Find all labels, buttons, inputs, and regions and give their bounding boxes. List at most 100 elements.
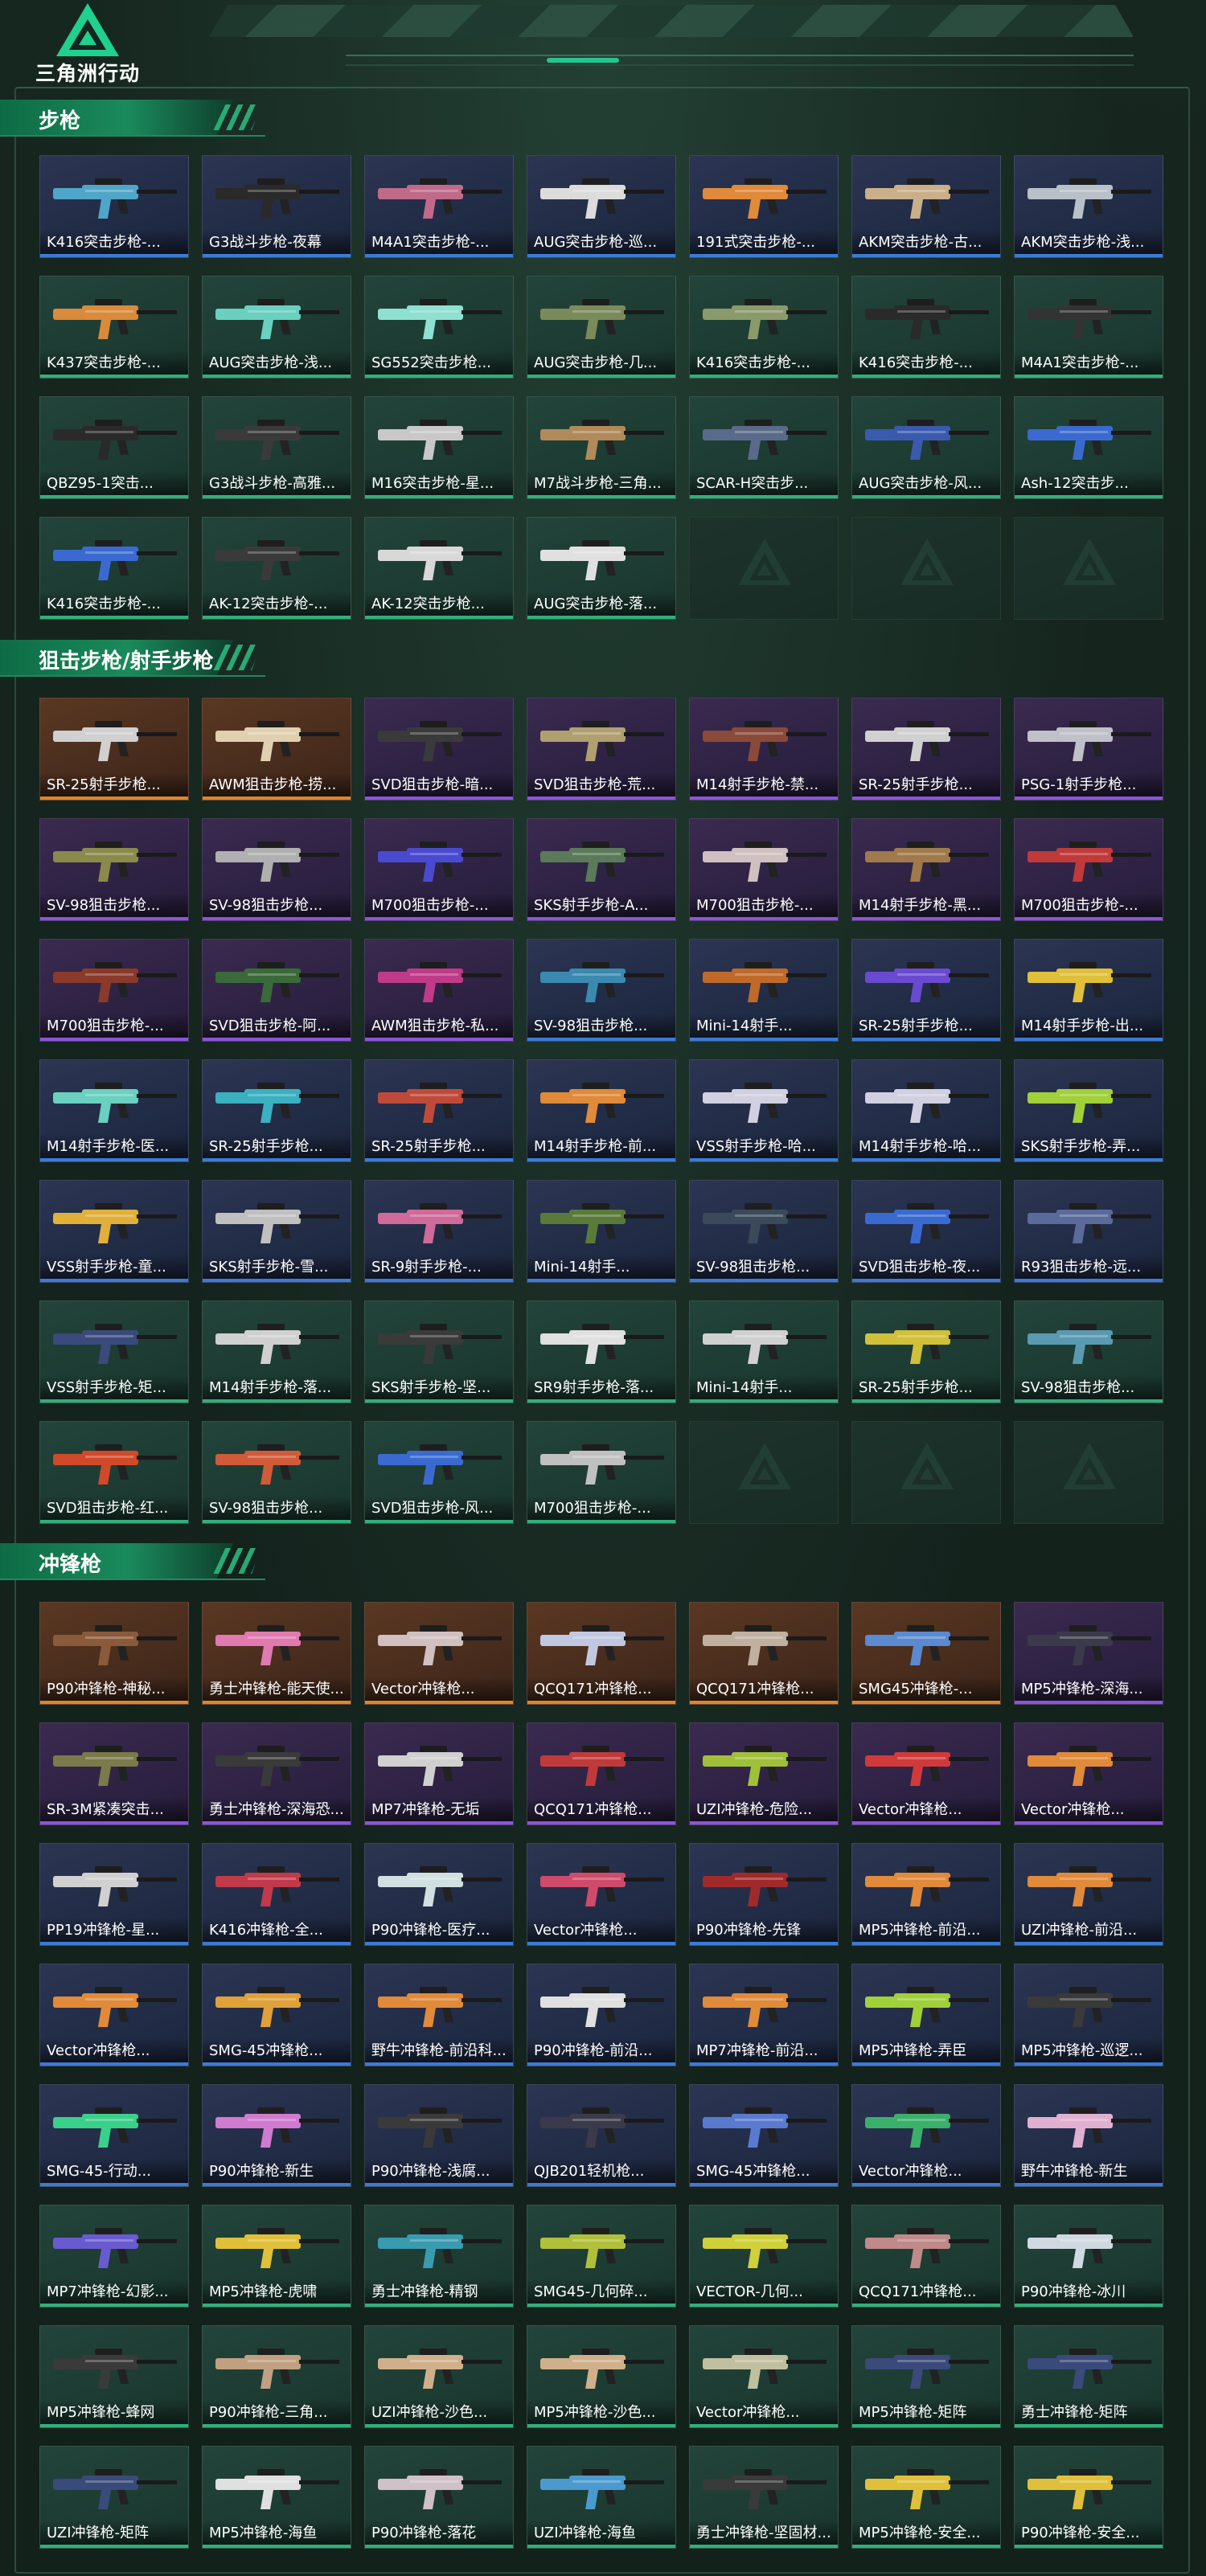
- weapon-card[interactable]: K416突击步枪-...: [689, 276, 839, 379]
- weapon-card[interactable]: VSS射手步枪-童...: [39, 1180, 189, 1283]
- weapon-card[interactable]: P90冲锋枪-新生: [202, 2084, 351, 2187]
- weapon-card[interactable]: AK-12突击步枪...: [364, 517, 514, 620]
- weapon-card[interactable]: PSG-1射手步枪...: [1014, 698, 1163, 801]
- weapon-card[interactable]: SV-98狙击步枪...: [39, 818, 189, 921]
- weapon-card[interactable]: MP5冲锋枪-前沿...: [851, 1843, 1001, 1946]
- weapon-card[interactable]: SV-98狙击步枪...: [202, 818, 351, 921]
- weapon-card[interactable]: 野牛冲锋枪-前沿科...: [364, 1964, 514, 2066]
- weapon-card[interactable]: M700狙击步枪-...: [689, 818, 839, 921]
- weapon-card[interactable]: SR-25射手步枪...: [851, 939, 1001, 1042]
- weapon-card[interactable]: 野牛冲锋枪-新生: [1014, 2084, 1163, 2187]
- weapon-card[interactable]: SR-9射手步枪-...: [364, 1180, 514, 1283]
- weapon-card[interactable]: M700狙击步枪-...: [527, 1421, 676, 1524]
- weapon-card[interactable]: QJB201轻机枪...: [527, 2084, 676, 2187]
- weapon-card[interactable]: QCQ171冲锋枪...: [527, 1722, 676, 1825]
- weapon-card[interactable]: SVD狙击步枪-荒...: [527, 698, 676, 801]
- weapon-card[interactable]: P90冲锋枪-三角...: [202, 2325, 351, 2428]
- weapon-card[interactable]: SMG45-几何碎...: [527, 2205, 676, 2308]
- weapon-card[interactable]: 191式突击步枪-...: [689, 155, 839, 258]
- weapon-card[interactable]: 勇士冲锋枪-精钢: [364, 2205, 514, 2308]
- weapon-card[interactable]: SR-25射手步枪...: [851, 1300, 1001, 1403]
- weapon-card[interactable]: M14射手步枪-前...: [527, 1059, 676, 1162]
- weapon-card[interactable]: VECTOR-几何...: [689, 2205, 839, 2308]
- weapon-card[interactable]: SV-98狙击步枪...: [202, 1421, 351, 1524]
- weapon-card[interactable]: M700狙击步枪-...: [39, 939, 189, 1042]
- weapon-card[interactable]: P90冲锋枪-前沿...: [527, 1964, 676, 2066]
- weapon-card[interactable]: Vector冲锋枪...: [689, 2325, 839, 2428]
- weapon-card[interactable]: Vector冲锋枪...: [851, 1722, 1001, 1825]
- weapon-card[interactable]: SMG-45-行动...: [39, 2084, 189, 2187]
- weapon-card[interactable]: SKS射手步枪-A...: [527, 818, 676, 921]
- weapon-card[interactable]: M16突击步枪-星...: [364, 396, 514, 499]
- weapon-card[interactable]: P90冲锋枪-落花: [364, 2446, 514, 2549]
- weapon-card[interactable]: K416冲锋枪-全...: [202, 1843, 351, 1946]
- weapon-card[interactable]: SR-25射手步枪...: [364, 1059, 514, 1162]
- weapon-card[interactable]: SVD狙击步枪-阿...: [202, 939, 351, 1042]
- weapon-card[interactable]: AUG突击步枪-落...: [527, 517, 676, 620]
- weapon-card[interactable]: UZI冲锋枪-海鱼: [527, 2446, 676, 2549]
- weapon-card[interactable]: AUG突击步枪-巡...: [527, 155, 676, 258]
- weapon-card[interactable]: QBZ95-1突击...: [39, 396, 189, 499]
- weapon-card[interactable]: SMG-45冲锋枪...: [689, 2084, 839, 2187]
- weapon-card[interactable]: K437突击步枪-...: [39, 276, 189, 379]
- weapon-card[interactable]: QCQ171冲锋枪...: [689, 1602, 839, 1705]
- weapon-card[interactable]: Vector冲锋枪...: [1014, 1722, 1163, 1825]
- weapon-card[interactable]: M7战斗步枪-三角...: [527, 396, 676, 499]
- weapon-card[interactable]: QCQ171冲锋枪...: [527, 1602, 676, 1705]
- weapon-card[interactable]: Vector冲锋枪...: [527, 1843, 676, 1946]
- weapon-card[interactable]: M4A1突击步枪-...: [1014, 276, 1163, 379]
- weapon-card[interactable]: SR-3M紧凑突击...: [39, 1722, 189, 1825]
- weapon-card[interactable]: AUG突击步枪-风...: [851, 396, 1001, 499]
- weapon-card[interactable]: Ash-12突击步...: [1014, 396, 1163, 499]
- weapon-card[interactable]: MP5冲锋枪-矩阵: [851, 2325, 1001, 2428]
- weapon-card[interactable]: AKM突击步枪-古...: [851, 155, 1001, 258]
- weapon-card[interactable]: M14射手步枪-哈...: [851, 1059, 1001, 1162]
- weapon-card[interactable]: SVD狙击步枪-红...: [39, 1421, 189, 1524]
- weapon-card[interactable]: MP5冲锋枪-巡逻...: [1014, 1964, 1163, 2066]
- weapon-card[interactable]: Vector冲锋枪...: [851, 2084, 1001, 2187]
- weapon-card[interactable]: SKS射手步枪-雪...: [202, 1180, 351, 1283]
- weapon-card[interactable]: SMG45冲锋枪-...: [851, 1602, 1001, 1705]
- weapon-card[interactable]: Vector冲锋枪...: [39, 1964, 189, 2066]
- weapon-card[interactable]: VSS射手步枪-哈...: [689, 1059, 839, 1162]
- weapon-card[interactable]: SR-25射手步枪...: [851, 698, 1001, 801]
- weapon-card[interactable]: P90冲锋枪-神秘...: [39, 1602, 189, 1705]
- weapon-card[interactable]: SVD狙击步枪-夜...: [851, 1180, 1001, 1283]
- weapon-card[interactable]: SG552突击步枪...: [364, 276, 514, 379]
- weapon-card[interactable]: SV-98狙击步枪...: [1014, 1300, 1163, 1403]
- weapon-card[interactable]: P90冲锋枪-医疗...: [364, 1843, 514, 1946]
- weapon-card[interactable]: M700狙击步枪-...: [1014, 818, 1163, 921]
- weapon-card[interactable]: Mini-14射手...: [527, 1180, 676, 1283]
- weapon-card[interactable]: MP5冲锋枪-弄臣: [851, 1964, 1001, 2066]
- weapon-card[interactable]: P90冲锋枪-安全...: [1014, 2446, 1163, 2549]
- weapon-card[interactable]: R93狙击步枪-远...: [1014, 1180, 1163, 1283]
- weapon-card[interactable]: M14射手步枪-出...: [1014, 939, 1163, 1042]
- weapon-card[interactable]: P90冲锋枪-冰川: [1014, 2205, 1163, 2308]
- weapon-card[interactable]: SR-25射手步枪...: [202, 1059, 351, 1162]
- weapon-card[interactable]: G3战斗步枪-夜幕: [202, 155, 351, 258]
- weapon-card[interactable]: Mini-14射手...: [689, 1300, 839, 1403]
- weapon-card[interactable]: AKM突击步枪-浅...: [1014, 155, 1163, 258]
- weapon-card[interactable]: Vector冲锋枪...: [364, 1602, 514, 1705]
- weapon-card[interactable]: 勇士冲锋枪-矩阵: [1014, 2325, 1163, 2428]
- weapon-card[interactable]: SR-25射手步枪...: [39, 698, 189, 801]
- weapon-card[interactable]: MP5冲锋枪-安全...: [851, 2446, 1001, 2549]
- weapon-card[interactable]: M4A1突击步枪-...: [364, 155, 514, 258]
- weapon-card[interactable]: M14射手步枪-禁...: [689, 698, 839, 801]
- weapon-card[interactable]: 勇士冲锋枪-坚固材...: [689, 2446, 839, 2549]
- weapon-card[interactable]: AWM狙击步枪-私...: [364, 939, 514, 1042]
- weapon-card[interactable]: UZI冲锋枪-沙色...: [364, 2325, 514, 2428]
- weapon-card[interactable]: SV-98狙击步枪...: [689, 1180, 839, 1283]
- weapon-card[interactable]: SVD狙击步枪-暗...: [364, 698, 514, 801]
- weapon-card[interactable]: MP5冲锋枪-深海...: [1014, 1602, 1163, 1705]
- weapon-card[interactable]: SKS射手步枪-弄...: [1014, 1059, 1163, 1162]
- weapon-card[interactable]: MP5冲锋枪-蜂网: [39, 2325, 189, 2428]
- weapon-card[interactable]: MP7冲锋枪-无垢: [364, 1722, 514, 1825]
- weapon-card[interactable]: K416突击步枪-...: [851, 276, 1001, 379]
- weapon-card[interactable]: G3战斗步枪-高雅...: [202, 396, 351, 499]
- weapon-card[interactable]: QCQ171冲锋枪...: [851, 2205, 1001, 2308]
- weapon-card[interactable]: AUG突击步枪-浅...: [202, 276, 351, 379]
- weapon-card[interactable]: M14射手步枪-落...: [202, 1300, 351, 1403]
- weapon-card[interactable]: M14射手步枪-黑...: [851, 818, 1001, 921]
- weapon-card[interactable]: UZI冲锋枪-危险...: [689, 1722, 839, 1825]
